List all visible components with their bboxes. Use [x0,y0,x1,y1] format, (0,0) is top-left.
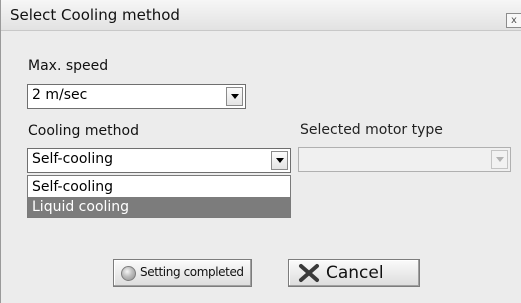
max-speed-value: 2 m/sec [32,87,88,103]
chevron-down-icon [276,158,284,163]
cooling-method-select[interactable]: Self-cooling [27,148,291,173]
chevron-down-icon [231,94,239,99]
cooling-method-value: Self-cooling [32,151,113,167]
close-button[interactable]: x [506,13,521,28]
motor-type-select[interactable] [298,147,511,172]
cooling-method-options-list: Self-cooling Liquid cooling [27,175,291,218]
cancel-button[interactable]: Cancel [288,259,420,287]
cooling-method-label: Cooling method [28,123,139,139]
chevron-down-icon [496,157,504,162]
radio-dot-icon [121,266,136,281]
max-speed-select[interactable]: 2 m/sec [27,84,246,109]
select-cooling-dialog: Select Cooling method x Max. speed 2 m/s… [0,0,521,303]
x-icon [299,264,319,282]
dialog-title: Select Cooling method [10,6,180,24]
max-speed-label: Max. speed [28,58,109,74]
setting-completed-label: Setting completed [140,265,244,279]
option-self-cooling[interactable]: Self-cooling [28,177,290,197]
option-liquid-cooling[interactable]: Liquid cooling [28,197,290,217]
max-speed-dropdown-button[interactable] [226,87,243,106]
setting-completed-button[interactable]: Setting completed [113,259,252,287]
motor-type-label: Selected motor type [300,122,443,138]
motor-type-dropdown-button[interactable] [491,150,508,169]
cancel-label: Cancel [326,263,384,283]
title-bar: Select Cooling method x [1,0,521,31]
close-icon: x [511,15,517,26]
cooling-method-dropdown-button[interactable] [271,151,288,170]
